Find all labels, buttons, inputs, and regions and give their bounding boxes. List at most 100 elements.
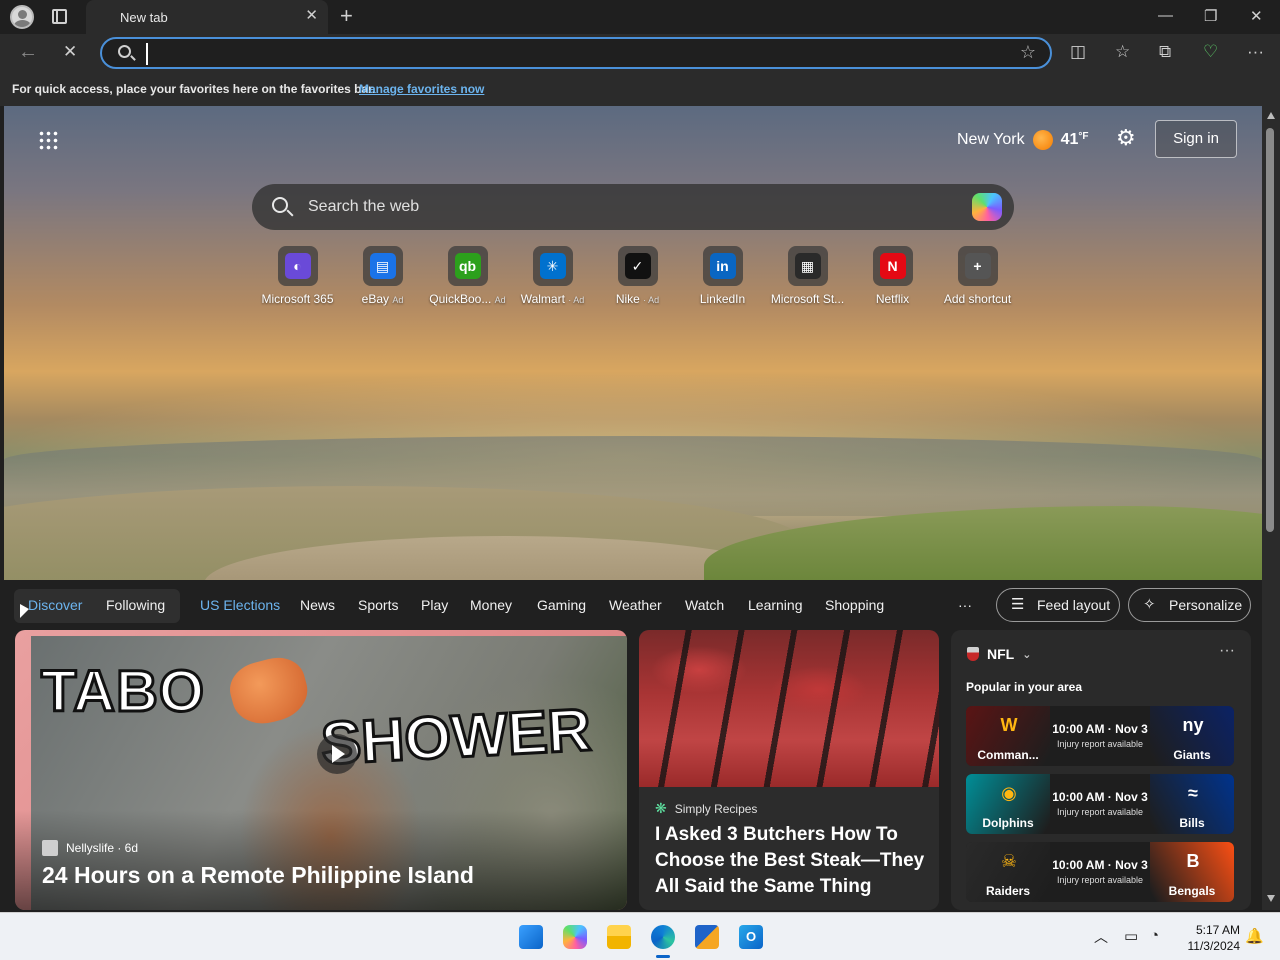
- tab-shopping[interactable]: Shopping: [825, 597, 884, 613]
- tab-discover[interactable]: Discover: [28, 597, 82, 613]
- tab-learning[interactable]: Learning: [748, 597, 803, 613]
- microsoft-store-icon[interactable]: [695, 925, 719, 949]
- feed-more-icon[interactable]: ···: [958, 597, 972, 613]
- shortcut-netflix[interactable]: N Netflix: [850, 246, 935, 306]
- mouse-pointer: [20, 604, 29, 618]
- shortcut-add-shortcut[interactable]: + Add shortcut: [935, 246, 1020, 306]
- tab-play[interactable]: Play: [421, 597, 448, 613]
- edge-browser-icon[interactable]: [651, 925, 675, 949]
- web-search-box[interactable]: [252, 184, 1014, 230]
- tab-following[interactable]: Following: [106, 597, 165, 613]
- thumbnail-overlay-text-2: SHOWER: [318, 694, 594, 778]
- article-card[interactable]: ❋ Simply Recipes I Asked 3 Butchers How …: [639, 630, 939, 910]
- shortcut-microsoft-365[interactable]: ◐ Microsoft 365: [255, 246, 340, 306]
- away-team[interactable]: ny Giants: [1150, 706, 1234, 766]
- tab-actions-icon[interactable]: [52, 9, 67, 24]
- page-settings-gear-icon[interactable]: ⚙: [1116, 126, 1136, 150]
- tab-gaming[interactable]: Gaming: [537, 597, 586, 613]
- tab-sports[interactable]: Sports: [358, 597, 398, 613]
- favorites-icon[interactable]: ☆: [1115, 42, 1130, 62]
- video-source: Nellyslife · 6d: [42, 840, 138, 856]
- favorite-star-icon[interactable]: ☆: [1020, 42, 1036, 63]
- home-team[interactable]: ◉ Dolphins: [966, 774, 1050, 834]
- shortcut-logo-icon: N: [879, 253, 906, 279]
- shortcut-linkedin[interactable]: in LinkedIn: [680, 246, 765, 306]
- new-tab-button[interactable]: +: [340, 4, 353, 28]
- video-card[interactable]: TABO SHOWER Nellyslife · 6d 24 Hours on …: [15, 630, 627, 910]
- stop-loading-icon[interactable]: ✕: [63, 41, 77, 63]
- nfl-league-selector[interactable]: NFL ⌄: [967, 646, 1031, 662]
- minimize-icon[interactable]: —: [1158, 7, 1173, 24]
- copilot-app-icon[interactable]: [563, 925, 587, 949]
- browser-essentials-icon[interactable]: ♡: [1203, 42, 1218, 62]
- tab-weather[interactable]: Weather: [609, 597, 662, 613]
- settings-more-icon[interactable]: ···: [1247, 42, 1264, 62]
- sign-in-button[interactable]: Sign in: [1155, 120, 1237, 158]
- video-title[interactable]: 24 Hours on a Remote Philippine Island: [42, 862, 474, 889]
- shortcut-tile: ✓: [617, 246, 658, 286]
- home-team[interactable]: W Comman...: [966, 706, 1050, 766]
- address-bar[interactable]: ☆: [100, 37, 1052, 69]
- app-launcher-icon[interactable]: [38, 130, 58, 150]
- back-icon[interactable]: ←: [18, 41, 38, 63]
- article-source: ❋ Simply Recipes: [655, 800, 757, 817]
- copilot-icon[interactable]: [972, 193, 1002, 221]
- steak-image: [639, 630, 939, 787]
- home-team[interactable]: ☠ Raiders: [966, 842, 1050, 902]
- scroll-up-arrow-icon[interactable]: [1267, 112, 1275, 119]
- favorites-hint-text: For quick access, place your favorites h…: [12, 82, 376, 96]
- nfl-card: NFL ⌄ ··· Popular in your area W Comman..…: [951, 630, 1251, 910]
- game-time: 10:00 AM · Nov 3: [1052, 858, 1148, 872]
- nfl-more-icon[interactable]: ···: [1219, 642, 1235, 660]
- shortcut-walmart[interactable]: ✳ Walmart · Ad: [510, 246, 595, 306]
- shortcut-logo-icon: ◐: [284, 253, 311, 279]
- weather-temperature: 41°F: [1060, 131, 1089, 148]
- away-team-name: Giants: [1173, 748, 1211, 762]
- shortcut-label: Netflix: [875, 292, 910, 306]
- tab-new-tab[interactable]: New tab ✕: [86, 0, 328, 34]
- windows-start-icon[interactable]: [519, 925, 543, 949]
- play-icon[interactable]: [317, 734, 357, 774]
- tab-money[interactable]: Money: [470, 597, 512, 613]
- feed-layout-button[interactable]: ☰ Feed layout: [996, 588, 1120, 622]
- shortcut-logo-icon: ▦: [794, 253, 821, 279]
- weather-widget[interactable]: New York 41°F: [957, 128, 1089, 152]
- away-team[interactable]: ≈ Bills: [1150, 774, 1234, 834]
- game-row[interactable]: W Comman... 10:00 AM · Nov 3 Injury report …: [966, 706, 1234, 766]
- restore-icon[interactable]: ❐: [1204, 7, 1217, 25]
- profile-avatar[interactable]: [10, 5, 34, 29]
- tab-news[interactable]: News: [300, 597, 335, 613]
- shortcut-microsoft-st[interactable]: ▦ Microsoft St...: [765, 246, 850, 306]
- scroll-down-arrow-icon[interactable]: [1267, 895, 1275, 902]
- outlook-icon[interactable]: O: [739, 925, 763, 949]
- game-row[interactable]: ☠ Raiders 10:00 AM · Nov 3 Injury report av…: [966, 842, 1234, 902]
- collections-icon[interactable]: ⧉: [1159, 42, 1171, 62]
- away-team[interactable]: B Bengals: [1150, 842, 1234, 902]
- article-title[interactable]: I Asked 3 Butchers How To Choose the Bes…: [655, 822, 931, 900]
- close-tab-icon[interactable]: ✕: [305, 8, 318, 24]
- network-icon[interactable]: ▭: [1124, 927, 1138, 945]
- split-screen-icon[interactable]: ◫: [1070, 42, 1086, 62]
- web-search-input[interactable]: [308, 196, 948, 218]
- tab-us-elections[interactable]: US Elections: [200, 597, 280, 613]
- notification-bell-icon[interactable]: 🔔: [1245, 927, 1264, 945]
- shortcut-quickboo[interactable]: qb QuickBoo... Ad: [425, 246, 510, 306]
- file-explorer-icon[interactable]: [607, 925, 631, 949]
- tab-watch[interactable]: Watch: [685, 597, 724, 613]
- personalize-button[interactable]: ✧ Personalize: [1128, 588, 1251, 622]
- volume-icon[interactable]: ◔: [1150, 927, 1159, 944]
- scroll-thumb[interactable]: [1266, 128, 1274, 532]
- shortcut-ebay[interactable]: ▤ eBay Ad: [340, 246, 425, 306]
- page-scrollbar[interactable]: [1262, 106, 1280, 910]
- manage-favorites-link[interactable]: Manage favorites now: [359, 82, 484, 96]
- address-toolbar: ← ✕ ☆ ◫ ☆ ⧉ ♡ ···: [0, 34, 1280, 72]
- close-window-icon[interactable]: ✕: [1250, 7, 1263, 25]
- shortcut-label: Add shortcut: [943, 292, 1012, 306]
- thumbnail-overlay-text-1: TABO: [39, 658, 206, 726]
- show-hidden-icons-chevron-icon[interactable]: ︿: [1094, 927, 1108, 947]
- system-clock[interactable]: 5:17 AM 11/3/2024: [1176, 922, 1241, 954]
- shortcut-nike[interactable]: ✓ Nike · Ad: [595, 246, 680, 306]
- game-row[interactable]: ◉ Dolphins 10:00 AM · Nov 3 Injury report a…: [966, 774, 1234, 834]
- address-input[interactable]: [146, 43, 1006, 65]
- shortcut-tile: N: [872, 246, 913, 286]
